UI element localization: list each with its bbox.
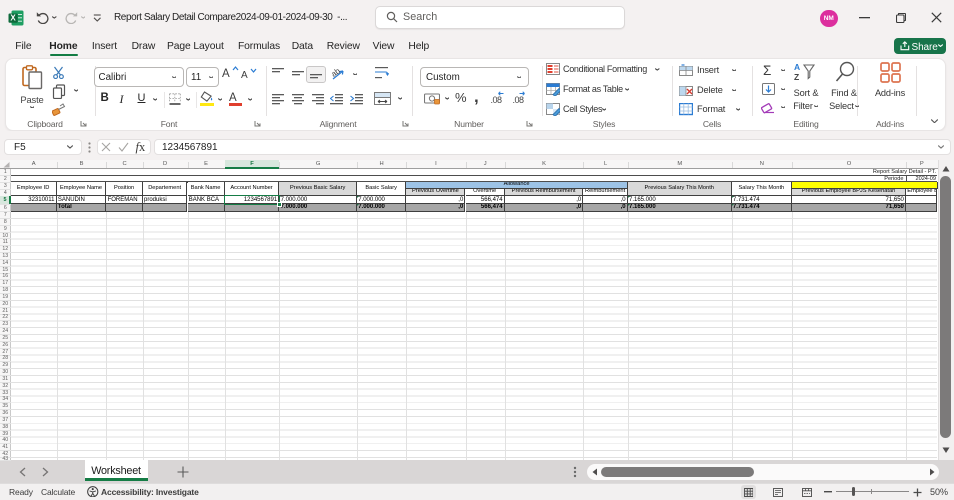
svg-text:ab: ab bbox=[332, 68, 342, 79]
svg-text:X: X bbox=[10, 13, 16, 22]
svg-text:.08: .08 bbox=[513, 95, 525, 104]
svg-text:.08: .08 bbox=[491, 95, 503, 104]
svg-text:A: A bbox=[794, 62, 800, 72]
svg-text:Z: Z bbox=[794, 72, 799, 82]
